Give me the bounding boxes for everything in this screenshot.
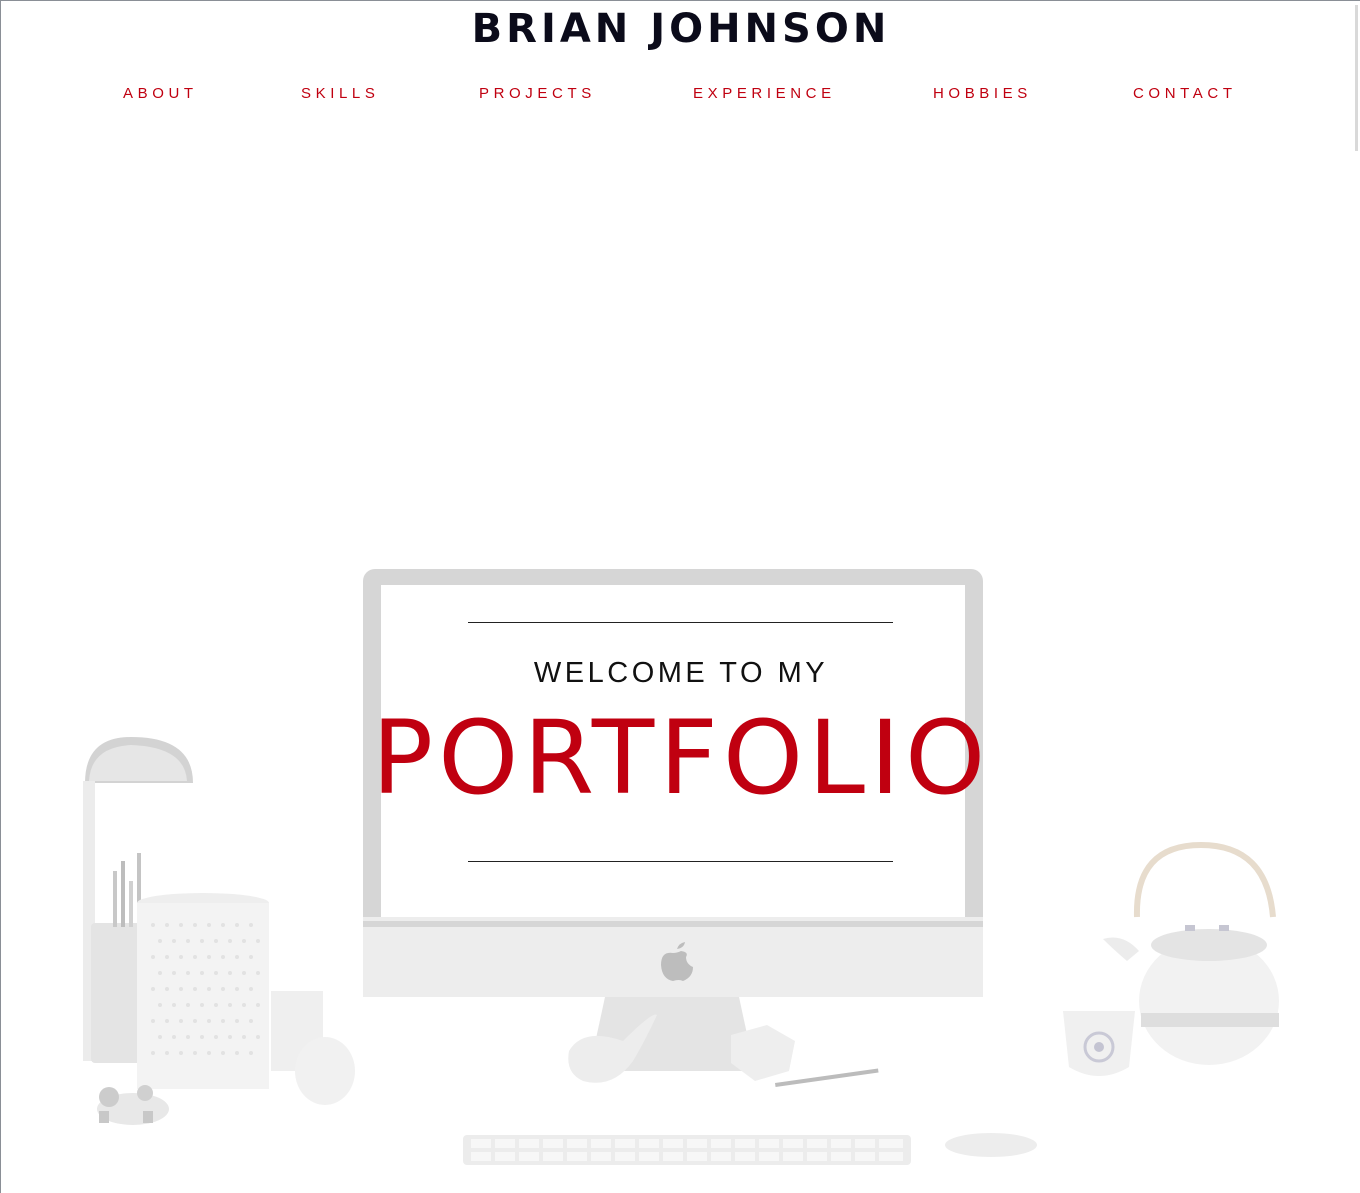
- nav-link-experience[interactable]: EXPERIENCE: [693, 85, 836, 102]
- nav-link-hobbies[interactable]: HOBBIES: [933, 85, 1032, 102]
- keyboard-icon: [463, 1135, 911, 1165]
- welcome-heading: WELCOME TO MY: [533, 657, 829, 689]
- tea-cup-icon: [1063, 1011, 1135, 1076]
- portfolio-page: BRIAN JOHNSON ABOUT SKILLS PROJECTS EXPE…: [0, 0, 1360, 1193]
- perforated-holder-icon: [137, 893, 323, 1089]
- nav-link-contact[interactable]: CONTACT: [1133, 85, 1237, 102]
- mouse-icon: [945, 1133, 1037, 1157]
- pencil-cup-icon: [91, 853, 141, 1063]
- monitor-icon: [363, 569, 983, 1071]
- crumpled-paper-icon: [731, 1025, 795, 1081]
- main-nav: ABOUT SKILLS PROJECTS EXPERIENCE HOBBIES…: [1, 85, 1360, 105]
- welcome-bottom-rule: [468, 861, 893, 862]
- nav-link-projects[interactable]: PROJECTS: [479, 85, 596, 102]
- site-title: BRIAN JOHNSON: [471, 6, 891, 52]
- egg-icon: [295, 1037, 355, 1105]
- nav-link-skills[interactable]: SKILLS: [301, 85, 379, 102]
- welcome-top-rule: [468, 622, 893, 623]
- panda-figurine-icon: [97, 1085, 169, 1125]
- pencil-icon: [775, 1068, 879, 1087]
- portfolio-headline: PORTFOLIO: [371, 699, 991, 818]
- nav-link-about[interactable]: ABOUT: [123, 85, 198, 102]
